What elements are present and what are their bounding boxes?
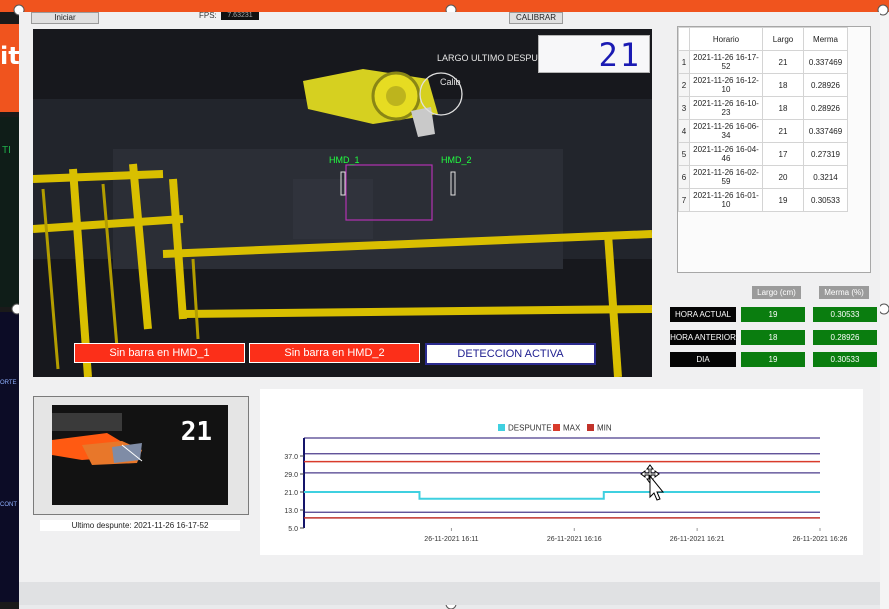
cell-merma: 0.28926 xyxy=(803,73,848,97)
despunte-table-panel[interactable]: Horario Largo Merma 1 2021-11-26 16-17-52… xyxy=(677,26,871,273)
y-tick-label: 29.0 xyxy=(284,472,298,479)
series-line-despunte xyxy=(304,491,820,500)
last-despunte-caption: Ultimo despunte: 2021-11-26 16-17-52 xyxy=(40,520,240,531)
iniciar-button[interactable]: Iniciar xyxy=(31,12,99,24)
stat-label-dia: DIA xyxy=(670,352,736,367)
row-number: 3 xyxy=(678,96,690,120)
hmd1-label: HMD_1 xyxy=(329,155,360,165)
cell-horario: 2021-11-26 16-04-46 xyxy=(689,142,763,166)
despunte-chart-panel: DESPUNTE MAX MIN 5.0 13.0 21.0 29.0 37.0 26-11… xyxy=(260,389,863,555)
row-number: 4 xyxy=(678,119,690,143)
legend-label-min: MIN xyxy=(597,424,612,433)
table-row[interactable]: 7 2021-11-26 16-01-10 19 0.30533 xyxy=(678,188,848,212)
row-number: 5 xyxy=(678,142,690,166)
cell-merma: 0.337469 xyxy=(803,50,848,74)
cell-merma: 0.3214 xyxy=(803,165,848,189)
table-row[interactable]: 1 2021-11-26 16-17-52 21 0.337469 xyxy=(678,50,848,74)
cell-horario: 2021-11-26 16-06-34 xyxy=(689,119,763,143)
cell-horario: 2021-11-26 16-10-23 xyxy=(689,96,763,120)
hmd2-status-badge: Sin barra en HMD_2 xyxy=(249,343,420,363)
cell-largo: 18 xyxy=(762,96,804,120)
x-tick-label: 26-11-2021 16:26 xyxy=(793,536,848,543)
calibrar-button[interactable]: CALIBRAR xyxy=(509,12,563,24)
app-window: Iniciar FPS: 7.63231 CALIBRAR Calib LARG… xyxy=(19,11,880,605)
chart-series xyxy=(304,460,820,519)
stat-merma-dia: 0.30533 xyxy=(813,352,877,367)
cell-largo: 18 xyxy=(762,73,804,97)
fps-label: FPS: xyxy=(199,11,217,20)
cell-horario: 2021-11-26 16-12-10 xyxy=(689,73,763,97)
chart-y-ticks: 5.0 13.0 21.0 29.0 37.0 xyxy=(284,454,304,533)
stat-label-hora-anterior: HORA ANTERIOR xyxy=(670,330,736,345)
cell-largo: 19 xyxy=(762,188,804,212)
x-tick-label: 26-11-2021 16:11 xyxy=(424,536,478,543)
y-tick-label: 37.0 xyxy=(284,454,298,461)
row-number: 6 xyxy=(678,165,690,189)
stat-label-hora-actual: HORA ACTUAL xyxy=(670,307,736,322)
table-row[interactable]: 6 2021-11-26 16-02-59 20 0.3214 xyxy=(678,165,848,189)
cell-merma: 0.27319 xyxy=(803,142,848,166)
row-number: 1 xyxy=(678,50,690,74)
chart-legend: DESPUNTE MAX MIN xyxy=(498,424,612,433)
resize-handle-right[interactable] xyxy=(878,303,889,315)
chart-grid xyxy=(303,437,820,528)
chart-x-ticks: 26-11-2021 16:11 26-11-2021 16:16 26-11-20… xyxy=(424,528,847,543)
legend-swatch-despunte xyxy=(498,424,505,431)
cell-largo: 17 xyxy=(762,142,804,166)
row-number: 7 xyxy=(678,188,690,212)
stats-header-merma: Merma (%) xyxy=(819,286,869,299)
y-tick-label: 13.0 xyxy=(284,508,298,515)
despunte-chart: DESPUNTE MAX MIN 5.0 13.0 21.0 29.0 37.0 26-11… xyxy=(284,424,847,544)
detection-status-badge: DETECCION ACTIVA xyxy=(425,343,596,365)
table-row[interactable]: 2 2021-11-26 16-12-10 18 0.28926 xyxy=(678,73,848,97)
bottom-status-area xyxy=(19,582,880,605)
largo-display: 21 xyxy=(538,35,650,74)
table-corner xyxy=(678,27,690,51)
table-row[interactable]: 5 2021-11-26 16-04-46 17 0.27319 xyxy=(678,142,848,166)
y-tick-label: 5.0 xyxy=(288,526,298,533)
cell-merma: 0.337469 xyxy=(803,119,848,143)
stats-header-largo: Largo (cm) xyxy=(752,286,801,299)
x-tick-label: 26-11-2021 16:21 xyxy=(670,536,725,543)
camera-scene: Calib xyxy=(33,29,652,377)
fps-value: 7.63231 xyxy=(221,12,259,20)
cell-largo: 21 xyxy=(762,50,804,74)
stat-largo-hora-actual: 19 xyxy=(741,307,805,322)
despunte-table: Horario Largo Merma 1 2021-11-26 16-17-52… xyxy=(678,27,848,212)
largo-value: 21 xyxy=(598,36,641,74)
stat-merma-hora-actual: 0.30533 xyxy=(813,307,877,322)
camera-feed: Calib LARGO ULTIMO DESPUNTE 21 HMD_1 HMD… xyxy=(33,29,652,377)
row-number: 2 xyxy=(678,73,690,97)
column-header-largo[interactable]: Largo xyxy=(762,27,804,51)
x-tick-label: 26-11-2021 16:16 xyxy=(547,536,602,543)
y-tick-label: 21.0 xyxy=(284,490,298,497)
legend-label-despunte: DESPUNTE xyxy=(508,424,552,433)
thumbnail-largo-value: 21 xyxy=(180,417,212,447)
table-row[interactable]: 3 2021-11-26 16-10-23 18 0.28926 xyxy=(678,96,848,120)
cell-merma: 0.30533 xyxy=(803,188,848,212)
hmd2-label: HMD_2 xyxy=(441,155,472,165)
last-despunte-image: 21 xyxy=(52,405,228,505)
cell-largo: 21 xyxy=(762,119,804,143)
cell-horario: 2021-11-26 16-02-59 xyxy=(689,165,763,189)
cell-horario: 2021-11-26 16-17-52 xyxy=(689,50,763,74)
table-row[interactable]: 4 2021-11-26 16-06-34 21 0.337469 xyxy=(678,119,848,143)
calib-text: Calib xyxy=(440,77,461,87)
last-despunte-panel: 21 xyxy=(33,396,249,515)
cell-merma: 0.28926 xyxy=(803,96,848,120)
column-header-merma[interactable]: Merma xyxy=(803,27,848,51)
stat-largo-dia: 19 xyxy=(741,352,805,367)
cell-largo: 20 xyxy=(762,165,804,189)
stat-merma-hora-anterior: 0.28926 xyxy=(813,330,877,345)
legend-swatch-max xyxy=(553,424,560,431)
column-header-horario[interactable]: Horario xyxy=(689,27,763,51)
legend-label-max: MAX xyxy=(563,424,581,433)
move-cursor-icon xyxy=(640,464,665,501)
cell-horario: 2021-11-26 16-01-10 xyxy=(689,188,763,212)
legend-swatch-min xyxy=(587,424,594,431)
stat-largo-hora-anterior: 18 xyxy=(741,330,805,345)
hmd1-status-badge: Sin barra en HMD_1 xyxy=(74,343,245,363)
